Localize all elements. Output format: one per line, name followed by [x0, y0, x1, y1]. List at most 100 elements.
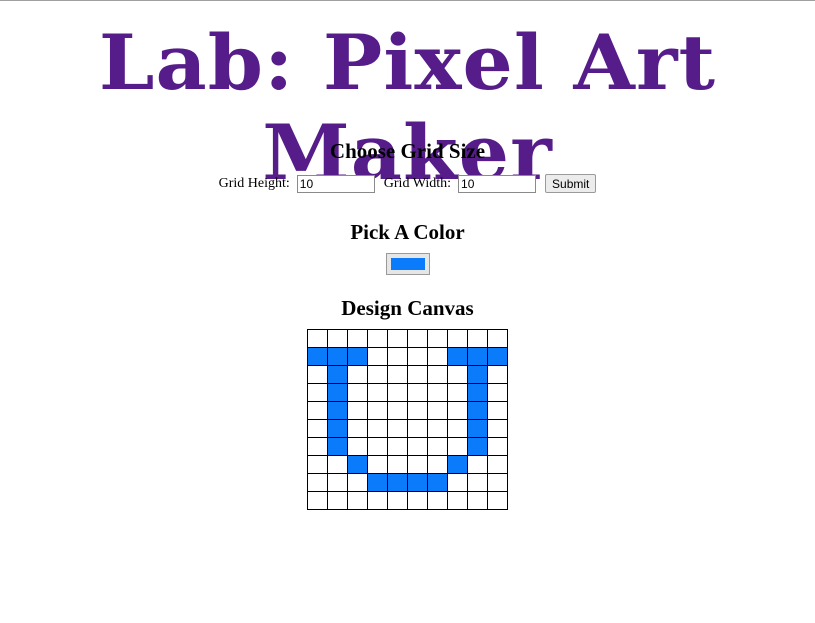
- canvas-cell[interactable]: [327, 365, 348, 384]
- canvas-cell[interactable]: [347, 455, 368, 474]
- canvas-cell[interactable]: [447, 419, 468, 438]
- canvas-cell[interactable]: [467, 491, 488, 510]
- canvas-cell[interactable]: [307, 455, 328, 474]
- canvas-cell[interactable]: [327, 491, 348, 510]
- canvas-cell[interactable]: [367, 455, 388, 474]
- canvas-cell[interactable]: [347, 419, 368, 438]
- canvas-cell[interactable]: [427, 347, 448, 366]
- canvas-cell[interactable]: [307, 491, 328, 510]
- canvas-cell[interactable]: [347, 329, 368, 348]
- canvas-cell[interactable]: [467, 437, 488, 456]
- canvas-cell[interactable]: [407, 437, 428, 456]
- canvas-cell[interactable]: [387, 491, 408, 510]
- canvas-cell[interactable]: [347, 473, 368, 492]
- canvas-cell[interactable]: [367, 401, 388, 420]
- canvas-cell[interactable]: [347, 347, 368, 366]
- canvas-cell[interactable]: [407, 455, 428, 474]
- grid-height-input[interactable]: [296, 174, 375, 193]
- canvas-cell[interactable]: [447, 365, 468, 384]
- canvas-cell[interactable]: [467, 383, 488, 402]
- canvas-cell[interactable]: [327, 383, 348, 402]
- canvas-cell[interactable]: [427, 473, 448, 492]
- canvas-cell[interactable]: [447, 401, 468, 420]
- canvas-cell[interactable]: [327, 401, 348, 420]
- canvas-cell[interactable]: [387, 401, 408, 420]
- canvas-cell[interactable]: [327, 437, 348, 456]
- pixel-canvas[interactable]: [307, 329, 508, 510]
- canvas-cell[interactable]: [387, 455, 408, 474]
- canvas-cell[interactable]: [327, 329, 348, 348]
- canvas-cell[interactable]: [427, 437, 448, 456]
- canvas-cell[interactable]: [367, 329, 388, 348]
- canvas-cell[interactable]: [367, 437, 388, 456]
- canvas-cell[interactable]: [447, 329, 468, 348]
- canvas-cell[interactable]: [327, 455, 348, 474]
- canvas-cell[interactable]: [327, 419, 348, 438]
- canvas-cell[interactable]: [447, 347, 468, 366]
- canvas-cell[interactable]: [487, 419, 508, 438]
- canvas-cell[interactable]: [447, 491, 468, 510]
- color-picker[interactable]: [385, 253, 430, 275]
- canvas-cell[interactable]: [427, 383, 448, 402]
- canvas-cell[interactable]: [447, 455, 468, 474]
- canvas-cell[interactable]: [467, 365, 488, 384]
- canvas-cell[interactable]: [487, 473, 508, 492]
- canvas-cell[interactable]: [367, 383, 388, 402]
- canvas-cell[interactable]: [407, 491, 428, 510]
- canvas-cell[interactable]: [467, 419, 488, 438]
- canvas-cell[interactable]: [407, 383, 428, 402]
- canvas-cell[interactable]: [407, 401, 428, 420]
- canvas-cell[interactable]: [307, 329, 328, 348]
- canvas-cell[interactable]: [347, 401, 368, 420]
- canvas-cell[interactable]: [407, 365, 428, 384]
- canvas-cell[interactable]: [347, 437, 368, 456]
- canvas-cell[interactable]: [387, 365, 408, 384]
- canvas-cell[interactable]: [367, 491, 388, 510]
- canvas-cell[interactable]: [467, 473, 488, 492]
- canvas-cell[interactable]: [347, 365, 368, 384]
- canvas-cell[interactable]: [487, 383, 508, 402]
- grid-width-input[interactable]: [458, 174, 537, 193]
- canvas-cell[interactable]: [307, 473, 328, 492]
- canvas-cell[interactable]: [447, 437, 468, 456]
- canvas-cell[interactable]: [407, 347, 428, 366]
- canvas-cell[interactable]: [407, 329, 428, 348]
- canvas-cell[interactable]: [327, 473, 348, 492]
- canvas-cell[interactable]: [347, 383, 368, 402]
- canvas-cell[interactable]: [427, 365, 448, 384]
- canvas-cell[interactable]: [307, 365, 328, 384]
- canvas-cell[interactable]: [367, 473, 388, 492]
- canvas-cell[interactable]: [347, 491, 368, 510]
- canvas-cell[interactable]: [427, 419, 448, 438]
- canvas-cell[interactable]: [487, 347, 508, 366]
- canvas-cell[interactable]: [367, 365, 388, 384]
- canvas-cell[interactable]: [367, 347, 388, 366]
- canvas-cell[interactable]: [387, 329, 408, 348]
- canvas-cell[interactable]: [487, 437, 508, 456]
- canvas-cell[interactable]: [307, 419, 328, 438]
- canvas-cell[interactable]: [487, 329, 508, 348]
- canvas-cell[interactable]: [367, 419, 388, 438]
- canvas-cell[interactable]: [387, 347, 408, 366]
- canvas-cell[interactable]: [327, 347, 348, 366]
- canvas-cell[interactable]: [387, 437, 408, 456]
- canvas-cell[interactable]: [407, 419, 428, 438]
- submit-button[interactable]: Submit: [545, 174, 597, 193]
- canvas-cell[interactable]: [467, 347, 488, 366]
- canvas-cell[interactable]: [447, 473, 468, 492]
- canvas-cell[interactable]: [387, 419, 408, 438]
- canvas-cell[interactable]: [307, 401, 328, 420]
- canvas-cell[interactable]: [307, 437, 328, 456]
- canvas-cell[interactable]: [447, 383, 468, 402]
- canvas-cell[interactable]: [427, 401, 448, 420]
- canvas-cell[interactable]: [307, 347, 328, 366]
- canvas-cell[interactable]: [467, 401, 488, 420]
- canvas-cell[interactable]: [407, 473, 428, 492]
- canvas-cell[interactable]: [427, 455, 448, 474]
- canvas-cell[interactable]: [487, 401, 508, 420]
- canvas-cell[interactable]: [427, 329, 448, 348]
- canvas-cell[interactable]: [467, 455, 488, 474]
- canvas-cell[interactable]: [427, 491, 448, 510]
- canvas-cell[interactable]: [467, 329, 488, 348]
- canvas-cell[interactable]: [487, 455, 508, 474]
